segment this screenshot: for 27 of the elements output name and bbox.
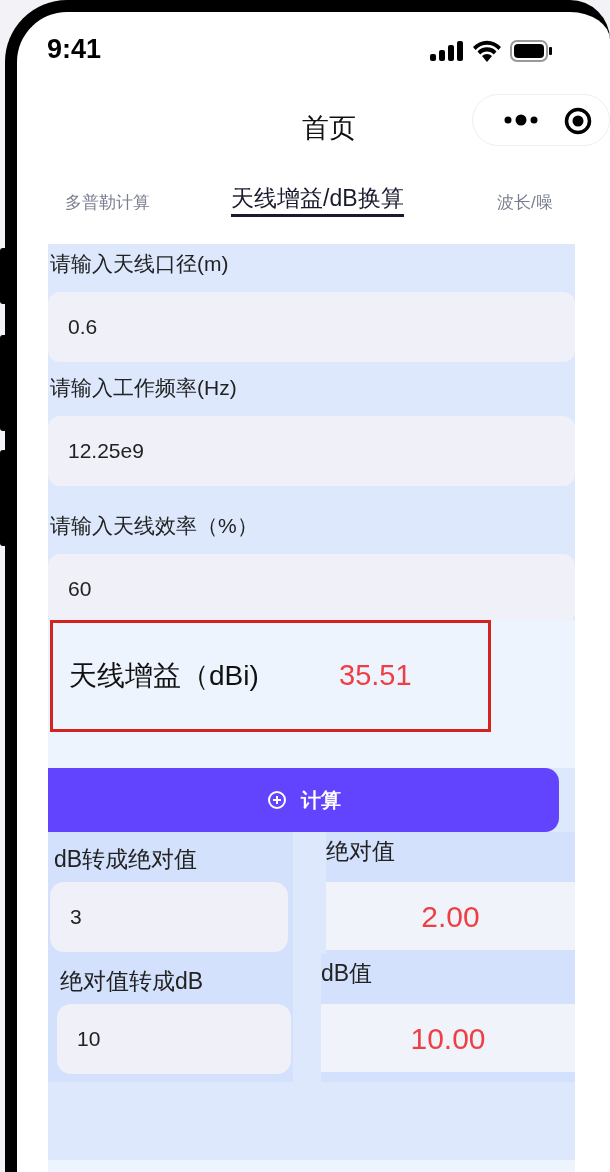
- calculate-button[interactable]: 计算: [48, 768, 559, 832]
- result-label: 绝对值: [326, 837, 396, 866]
- field-label: 请输入工作频率(Hz): [49, 375, 238, 401]
- result-value: 10.00: [321, 1004, 575, 1072]
- result-label: dB值: [321, 959, 374, 988]
- input-field[interactable]: 3: [50, 882, 288, 952]
- tab[interactable]: 波长/噪: [497, 190, 553, 216]
- signal-icon: [430, 41, 464, 61]
- input-field[interactable]: 10: [57, 1004, 291, 1074]
- plus-circle-icon: [266, 790, 287, 810]
- page-title: 首页: [301, 112, 357, 145]
- converter-label: 绝对值转成dB: [59, 967, 205, 996]
- result-label: 天线增益（dBi): [69, 659, 260, 693]
- field-label: 请输入天线口径(m): [49, 251, 230, 277]
- field-label: 请输入天线效率（%）: [49, 513, 259, 539]
- result-value: 35.51: [339, 658, 412, 694]
- tab[interactable]: 天线增益/dB换算: [231, 184, 404, 217]
- result-value: 2.00: [326, 882, 575, 950]
- more-icon[interactable]: [503, 112, 539, 128]
- input-field[interactable]: 12.25e9: [48, 416, 575, 486]
- status-time: 9:41: [47, 36, 102, 63]
- input-field[interactable]: 0.6: [48, 292, 575, 362]
- tab[interactable]: 多普勒计算: [65, 190, 150, 216]
- wifi-icon: [472, 40, 502, 62]
- battery-icon: [510, 40, 552, 62]
- converter-label: dB转成绝对值: [53, 845, 199, 874]
- target-icon[interactable]: [564, 107, 592, 135]
